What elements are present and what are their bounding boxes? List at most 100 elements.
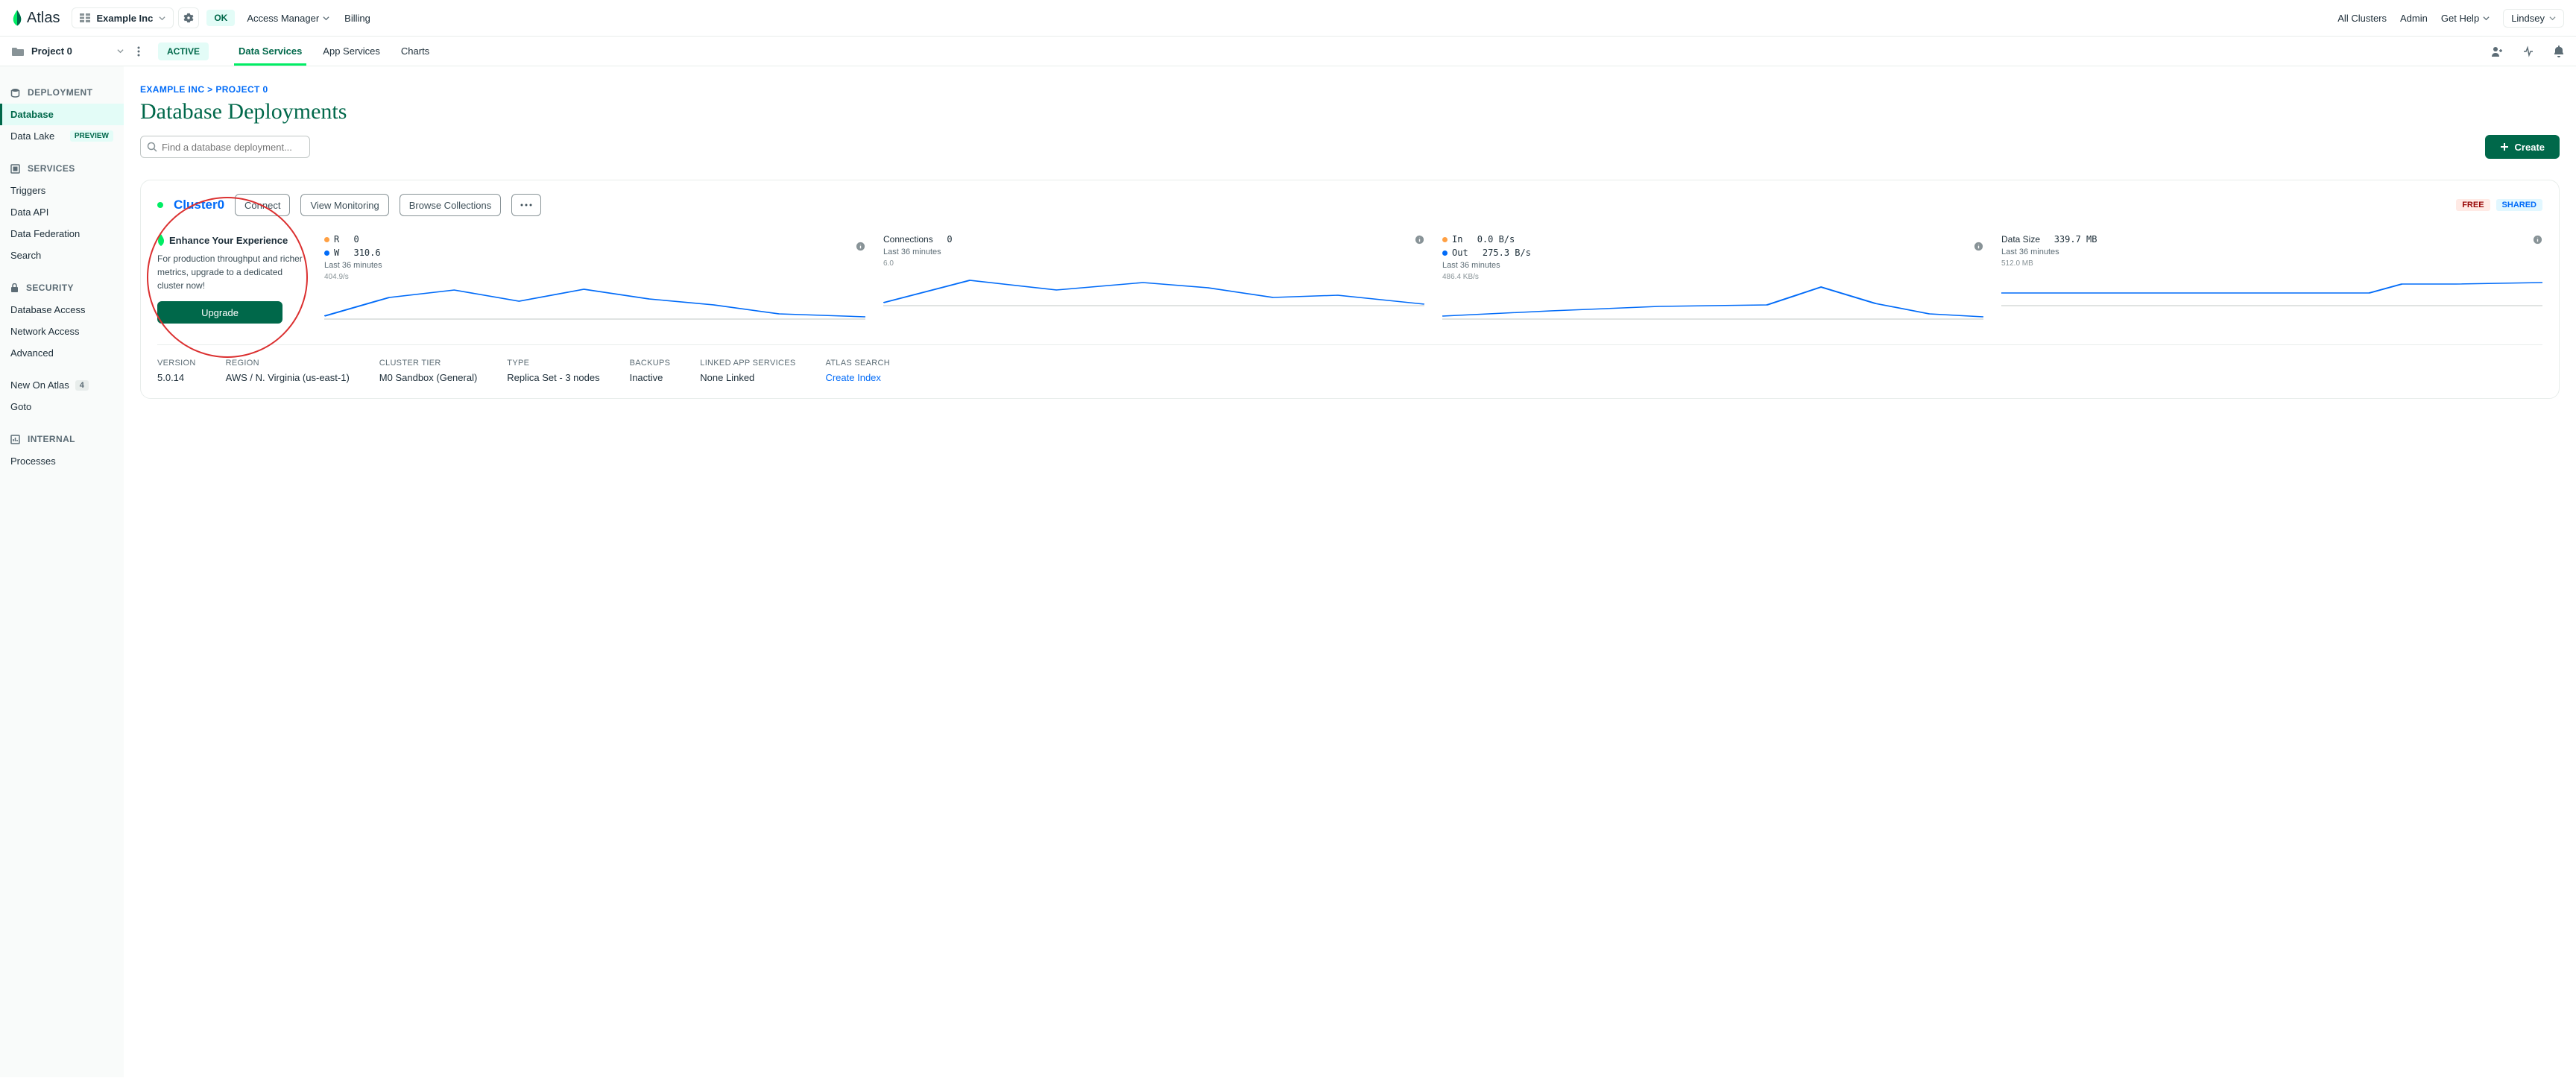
tab-charts[interactable]: Charts xyxy=(401,37,429,66)
sidebar-section-services: SERVICES xyxy=(0,157,124,180)
chevron-down-icon xyxy=(159,15,165,22)
sidebar-item-processes[interactable]: Processes xyxy=(0,450,124,472)
sidebar: DEPLOYMENT Database Data Lake PREVIEW SE… xyxy=(0,66,124,1077)
topbar: Atlas Example Inc OK Access Manager Bill… xyxy=(0,0,2576,37)
shared-badge: SHARED xyxy=(2496,199,2542,211)
dots-horizontal-icon xyxy=(520,204,532,207)
sparkline-connections xyxy=(883,269,1424,306)
sidebar-item-db-access[interactable]: Database Access xyxy=(0,299,124,321)
get-help-menu[interactable]: Get Help xyxy=(2441,13,2490,24)
tab-app-services[interactable]: App Services xyxy=(323,37,380,66)
cluster-header: Cluster0 Connect View Monitoring Browse … xyxy=(157,194,2542,216)
user-menu[interactable]: Lindsey xyxy=(2503,9,2564,28)
folder-icon xyxy=(12,46,24,56)
chevron-down-icon xyxy=(323,15,329,22)
connect-button[interactable]: Connect xyxy=(235,194,290,216)
tab-data-services[interactable]: Data Services xyxy=(239,37,302,66)
project-name: Project 0 xyxy=(31,45,72,57)
sidebar-section-internal: INTERNAL xyxy=(0,428,124,450)
all-clusters-link[interactable]: All Clusters xyxy=(2337,13,2387,24)
create-button[interactable]: Create xyxy=(2485,135,2560,159)
sidebar-item-triggers[interactable]: Triggers xyxy=(0,180,124,201)
org-settings-button[interactable] xyxy=(178,7,199,28)
org-icon xyxy=(80,13,90,22)
plus-icon xyxy=(2500,142,2509,151)
sidebar-item-database[interactable]: Database xyxy=(0,104,124,125)
main-content: EXAMPLE INC > PROJECT 0 Database Deploym… xyxy=(124,66,2576,1077)
top-right: All Clusters Admin Get Help Lindsey xyxy=(2337,9,2564,28)
view-monitoring-button[interactable]: View Monitoring xyxy=(300,194,388,216)
gear-icon xyxy=(183,13,194,23)
info-icon[interactable] xyxy=(1974,242,1983,251)
project-tabs: Data Services App Services Charts xyxy=(239,37,429,66)
create-index-link[interactable]: Create Index xyxy=(825,372,890,383)
breadcrumb-org[interactable]: EXAMPLE INC xyxy=(140,84,204,95)
sidebar-item-new-on-atlas[interactable]: New On Atlas 4 xyxy=(0,374,124,396)
access-manager-menu[interactable]: Access Manager xyxy=(247,13,329,24)
internal-icon xyxy=(10,435,20,444)
invite-user-icon[interactable] xyxy=(2491,45,2503,57)
meta-version: VERSION 5.0.14 xyxy=(157,359,196,383)
info-icon[interactable] xyxy=(1415,235,1424,245)
meta-backups: BACKUPS Inactive xyxy=(630,359,671,383)
project-selector[interactable]: Project 0 xyxy=(12,45,124,57)
chevron-down-icon xyxy=(2483,15,2490,22)
metric-data-size: Data Size 339.7 MB Last 36 minutes 512.0… xyxy=(2001,234,2542,309)
chevron-down-icon xyxy=(117,48,124,54)
info-icon[interactable] xyxy=(856,242,865,251)
browse-collections-button[interactable]: Browse Collections xyxy=(400,194,502,216)
deployment-search[interactable] xyxy=(140,136,310,158)
brand-logo[interactable]: Atlas xyxy=(12,10,60,27)
org-name: Example Inc xyxy=(96,13,153,24)
preview-badge: PREVIEW xyxy=(70,130,113,142)
cluster-more-button[interactable] xyxy=(511,194,541,216)
top-nav: Access Manager Billing xyxy=(247,13,370,24)
enhance-panel: Enhance Your Experience For production t… xyxy=(157,234,306,324)
admin-link[interactable]: Admin xyxy=(2400,13,2428,24)
sidebar-item-data-api[interactable]: Data API xyxy=(0,201,124,223)
sidebar-item-data-lake[interactable]: Data Lake PREVIEW xyxy=(0,125,124,147)
sidebar-item-goto[interactable]: Goto xyxy=(0,396,124,417)
sparkline-size xyxy=(2001,269,2542,306)
brand-name: Atlas xyxy=(27,10,60,27)
sidebar-item-data-federation[interactable]: Data Federation xyxy=(0,223,124,245)
enhance-text: For production throughput and richer met… xyxy=(157,252,306,292)
sidebar-section-deployment: DEPLOYMENT xyxy=(0,81,124,104)
meta-tier: CLUSTER TIER M0 Sandbox (General) xyxy=(379,359,478,383)
sidebar-item-advanced[interactable]: Advanced xyxy=(0,342,124,364)
project-status-badge: ACTIVE xyxy=(158,42,209,60)
meta-linked: LINKED APP SERVICES None Linked xyxy=(700,359,795,383)
sparkline-rw xyxy=(324,283,865,320)
cluster-status-dot xyxy=(157,202,163,208)
leaf-icon xyxy=(157,234,165,246)
sidebar-item-net-access[interactable]: Network Access xyxy=(0,321,124,342)
meta-type: TYPE Replica Set - 3 nodes xyxy=(507,359,599,383)
leaf-icon xyxy=(12,10,22,26)
cluster-meta: VERSION 5.0.14 REGION AWS / N. Virginia … xyxy=(157,344,2542,383)
info-icon[interactable] xyxy=(2533,235,2542,245)
page-title: Database Deployments xyxy=(140,99,2560,124)
meta-region: REGION AWS / N. Virginia (us-east-1) xyxy=(226,359,350,383)
deployment-search-input[interactable] xyxy=(162,142,303,153)
metric-io: In 0.0 B/s Out 275.3 B/s Last 36 minutes… xyxy=(1442,234,1983,322)
cluster-card: Cluster0 Connect View Monitoring Browse … xyxy=(140,180,2560,399)
metric-connections: Connections 0 Last 36 minutes 6.0 xyxy=(883,234,1424,309)
billing-link[interactable]: Billing xyxy=(344,13,370,24)
lock-icon xyxy=(10,283,19,293)
status-ok-badge: OK xyxy=(206,10,235,26)
bell-icon[interactable] xyxy=(2554,45,2564,57)
activity-icon[interactable] xyxy=(2522,45,2534,57)
count-badge: 4 xyxy=(75,380,89,391)
cluster-name-link[interactable]: Cluster0 xyxy=(174,198,224,212)
upgrade-button[interactable]: Upgrade xyxy=(157,301,282,324)
meta-atlas-search: ATLAS SEARCH Create Index xyxy=(825,359,890,383)
chevron-down-icon xyxy=(2549,15,2556,22)
database-icon xyxy=(10,88,20,98)
sidebar-item-search[interactable]: Search xyxy=(0,245,124,266)
services-icon xyxy=(10,164,20,174)
org-selector[interactable]: Example Inc xyxy=(72,7,174,28)
metric-rw: R 0 W 310.6 Last 36 minutes 404.9/s xyxy=(324,234,865,322)
project-actions-button[interactable] xyxy=(128,41,149,62)
breadcrumb-project[interactable]: PROJECT 0 xyxy=(215,84,268,95)
search-icon xyxy=(147,142,157,152)
